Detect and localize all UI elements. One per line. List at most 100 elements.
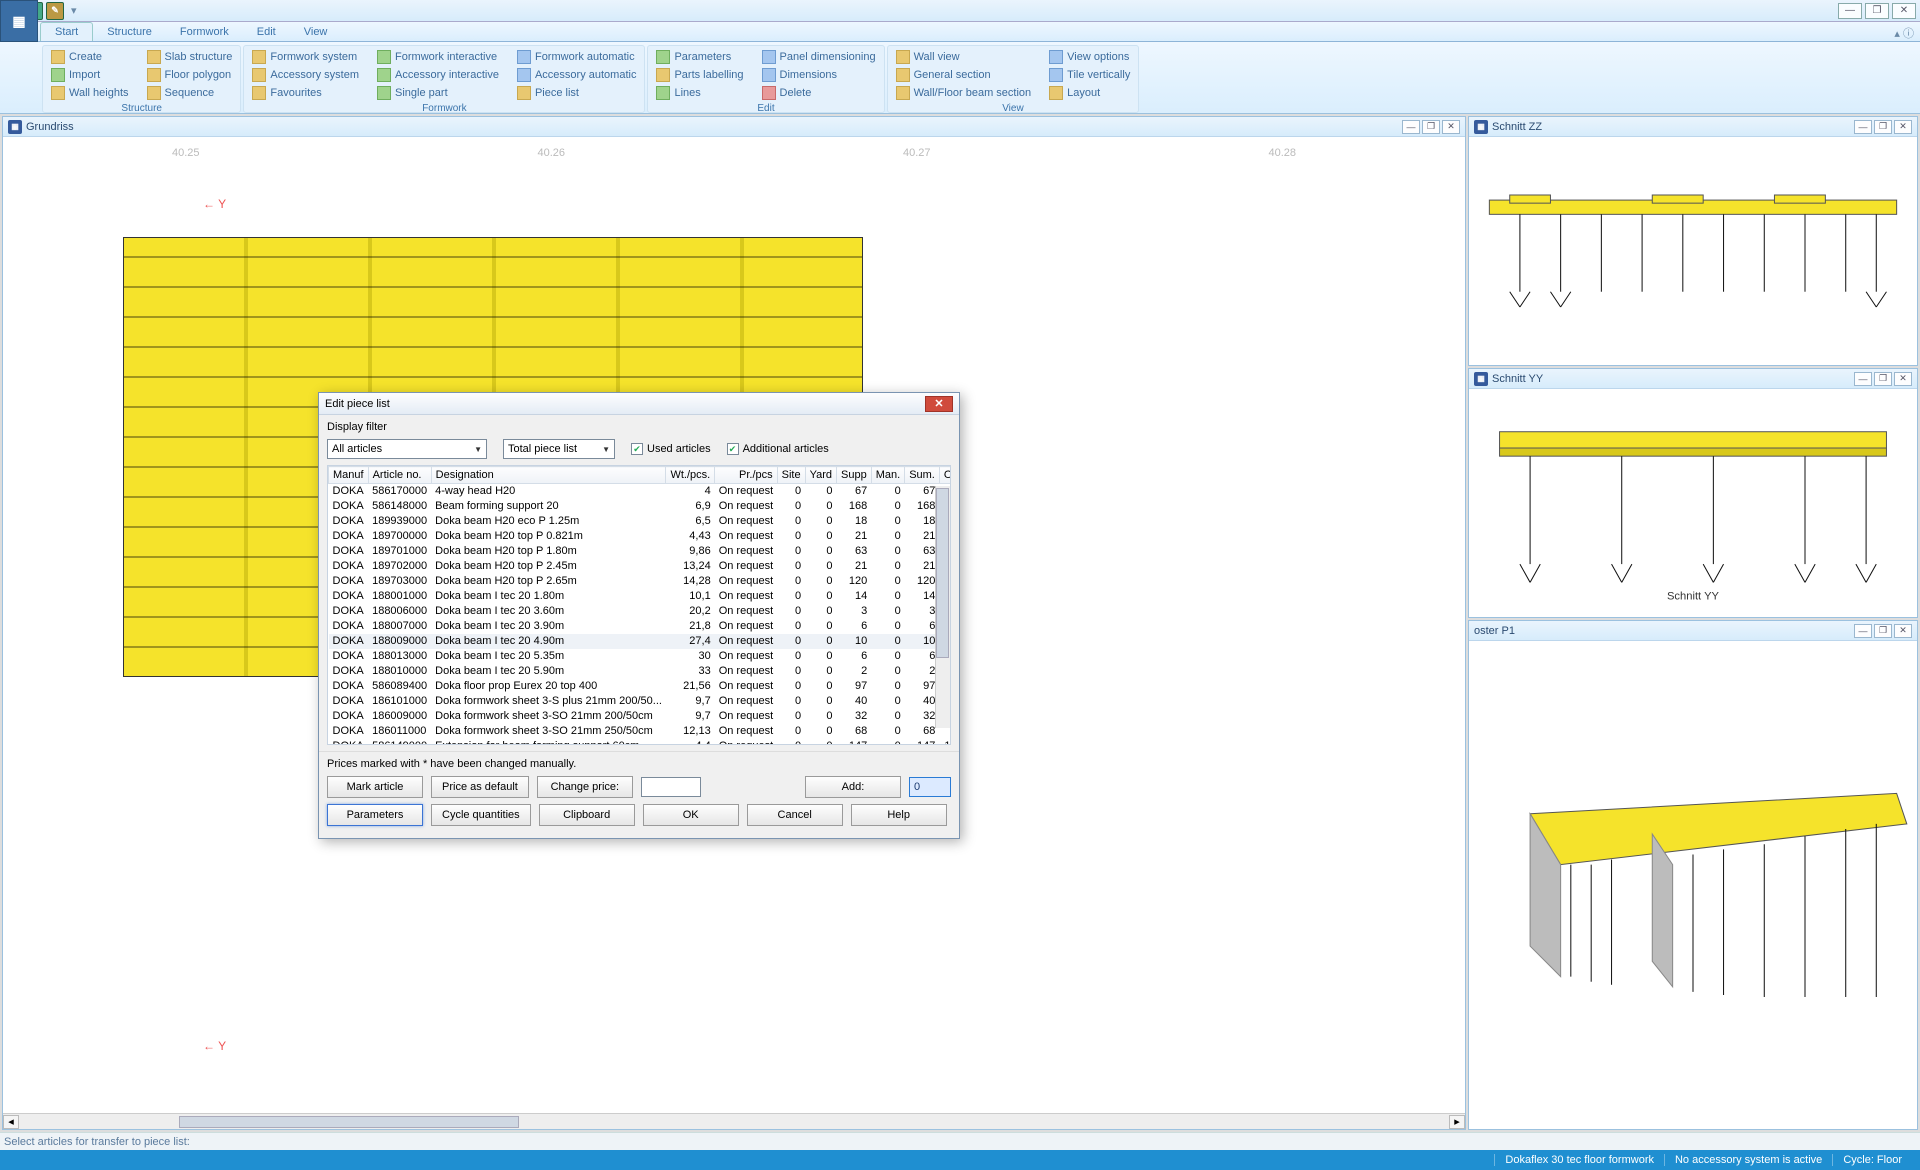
vertical-scrollbar[interactable] — [935, 486, 950, 728]
ribbon-slab-structure[interactable]: Slab structure — [143, 48, 237, 66]
column-header[interactable]: Ord — [939, 467, 951, 484]
ribbon-general-section[interactable]: General section — [892, 66, 1036, 84]
panel-minimize-button[interactable]: — — [1402, 120, 1420, 134]
ok-button[interactable]: OK — [643, 804, 739, 826]
panel-close-button[interactable]: ✕ — [1894, 372, 1912, 386]
panel-close-button[interactable]: ✕ — [1442, 120, 1460, 134]
dialog-close-button[interactable]: ✕ — [925, 396, 953, 412]
ribbon-sequence[interactable]: Sequence — [143, 84, 237, 102]
panel-close-button[interactable]: ✕ — [1894, 120, 1912, 134]
tab-edit[interactable]: Edit — [243, 23, 290, 41]
ribbon-minimize-icon[interactable]: ▴ ⓘ — [1894, 25, 1914, 41]
clipboard-button[interactable]: Clipboard — [539, 804, 635, 826]
ribbon-wall-view[interactable]: Wall view — [892, 48, 1036, 66]
app-logo[interactable]: ▦ — [0, 0, 38, 42]
table-row[interactable]: DOKA188010000Doka beam I tec 20 5.90m33O… — [329, 664, 952, 679]
table-row[interactable]: DOKA189939000Doka beam H20 eco P 1.25m6,… — [329, 514, 952, 529]
tab-formwork[interactable]: Formwork — [166, 23, 243, 41]
panel-maximize-button[interactable]: ❐ — [1874, 624, 1892, 638]
table-row[interactable]: DOKA586148000Beam forming support 206,9O… — [329, 499, 952, 514]
ribbon-accessory-automatic[interactable]: Accessory automatic — [513, 66, 640, 84]
dialog-title-bar[interactable]: Edit piece list ✕ — [319, 393, 959, 415]
panel-maximize-button[interactable]: ❐ — [1874, 120, 1892, 134]
combo-article-filter[interactable]: All articles▼ — [327, 439, 487, 459]
table-row[interactable]: DOKA5861700004-way head H204On request00… — [329, 484, 952, 499]
table-row[interactable]: DOKA188009000Doka beam I tec 20 4.90m27,… — [329, 634, 952, 649]
table-row[interactable]: DOKA186009000Doka formwork sheet 3-SO 21… — [329, 709, 952, 724]
mark-article-button[interactable]: Mark article — [327, 776, 423, 798]
horizontal-scrollbar[interactable]: ◂▸ — [3, 1113, 1465, 1129]
change-price-button[interactable]: Change price: — [537, 776, 633, 798]
window-minimize-button[interactable]: — — [1838, 3, 1862, 19]
tab-start[interactable]: Start — [40, 22, 93, 41]
panel-maximize-button[interactable]: ❐ — [1422, 120, 1440, 134]
ribbon-formwork-automatic[interactable]: Formwork automatic — [513, 48, 640, 66]
ribbon-lines[interactable]: Lines — [652, 84, 747, 102]
ribbon-favourites[interactable]: Favourites — [248, 84, 363, 102]
panel-minimize-button[interactable]: — — [1854, 372, 1872, 386]
column-header[interactable]: Site — [777, 467, 805, 484]
column-header[interactable]: Manuf — [329, 467, 369, 484]
piece-list-table[interactable]: ManufArticle no.DesignationWt./pcs.Pr./p… — [327, 465, 951, 745]
section-zz-canvas[interactable] — [1469, 137, 1917, 365]
table-row[interactable]: DOKA189703000Doka beam H20 top P 2.65m14… — [329, 574, 952, 589]
column-header[interactable]: Article no. — [368, 467, 431, 484]
ribbon-dimensions[interactable]: Dimensions — [758, 66, 880, 84]
window-close-button[interactable]: ✕ — [1892, 3, 1916, 19]
ribbon-create[interactable]: Create — [47, 48, 133, 66]
add-quantity-input[interactable] — [909, 777, 951, 797]
panel-minimize-button[interactable]: — — [1854, 120, 1872, 134]
ribbon-formwork-interactive[interactable]: Formwork interactive — [373, 48, 503, 66]
price-default-button[interactable]: Price as default — [431, 776, 529, 798]
ribbon-delete[interactable]: Delete — [758, 84, 880, 102]
table-row[interactable]: DOKA188013000Doka beam I tec 20 5.35m30O… — [329, 649, 952, 664]
table-row[interactable]: DOKA189701000Doka beam H20 top P 1.80m9,… — [329, 544, 952, 559]
cycle-quantities-button[interactable]: Cycle quantities — [431, 804, 531, 826]
ribbon-floor-polygon[interactable]: Floor polygon — [143, 66, 237, 84]
table-row[interactable]: DOKA186101000Doka formwork sheet 3-S plu… — [329, 694, 952, 709]
column-header[interactable]: Sum. — [905, 467, 940, 484]
panel-minimize-button[interactable]: — — [1854, 624, 1872, 638]
section-yy-canvas[interactable]: Schnitt YY — [1469, 389, 1917, 617]
ribbon-layout[interactable]: Layout — [1045, 84, 1134, 102]
table-row[interactable]: DOKA189702000Doka beam H20 top P 2.45m13… — [329, 559, 952, 574]
table-row[interactable]: DOKA186011000Doka formwork sheet 3-SO 21… — [329, 724, 952, 739]
table-row[interactable]: DOKA188007000Doka beam I tec 20 3.90m21,… — [329, 619, 952, 634]
table-row[interactable]: DOKA586089400Doka floor prop Eurex 20 to… — [329, 679, 952, 694]
combo-list-scope[interactable]: Total piece list▼ — [503, 439, 615, 459]
table-row[interactable]: DOKA586149000Extension for beam forming … — [329, 739, 952, 746]
parameters-button[interactable]: Parameters — [327, 804, 423, 826]
column-header[interactable]: Man. — [871, 467, 904, 484]
ribbon-panel-dimensioning[interactable]: Panel dimensioning — [758, 48, 880, 66]
ribbon-single-part[interactable]: Single part — [373, 84, 503, 102]
ribbon-accessory-system[interactable]: Accessory system — [248, 66, 363, 84]
tab-view[interactable]: View — [290, 23, 342, 41]
cancel-button[interactable]: Cancel — [747, 804, 843, 826]
ribbon-wall-heights[interactable]: Wall heights — [47, 84, 133, 102]
ribbon-piece-list[interactable]: Piece list — [513, 84, 640, 102]
table-row[interactable]: DOKA189700000Doka beam H20 top P 0.821m4… — [329, 529, 952, 544]
ribbon-import[interactable]: Import — [47, 66, 133, 84]
column-header[interactable]: Pr./pcs — [715, 467, 777, 484]
panel-close-button[interactable]: ✕ — [1894, 624, 1912, 638]
ribbon-tile-vertically[interactable]: Tile vertically — [1045, 66, 1134, 84]
checkbox-additional-articles[interactable]: ✔Additional articles — [727, 443, 829, 455]
ribbon-wall-floor-beam-section[interactable]: Wall/Floor beam section — [892, 84, 1036, 102]
ribbon-parts-labelling[interactable]: Parts labelling — [652, 66, 747, 84]
qa-dropdown-icon[interactable]: ▾ — [71, 4, 77, 17]
qa-save-icon[interactable]: ✎ — [46, 2, 64, 20]
ribbon-parameters[interactable]: Parameters — [652, 48, 747, 66]
ribbon-accessory-interactive[interactable]: Accessory interactive — [373, 66, 503, 84]
column-header[interactable]: Yard — [805, 467, 836, 484]
column-header[interactable]: Wt./pcs. — [666, 467, 715, 484]
ribbon-formwork-system[interactable]: Formwork system — [248, 48, 363, 66]
change-price-input[interactable] — [641, 777, 701, 797]
add-button[interactable]: Add: — [805, 776, 901, 798]
column-header[interactable]: Designation — [431, 467, 666, 484]
poster-canvas[interactable] — [1469, 641, 1917, 1129]
column-header[interactable]: Supp — [837, 467, 872, 484]
help-button[interactable]: Help — [851, 804, 947, 826]
table-row[interactable]: DOKA188006000Doka beam I tec 20 3.60m20,… — [329, 604, 952, 619]
table-row[interactable]: DOKA188001000Doka beam I tec 20 1.80m10,… — [329, 589, 952, 604]
panel-maximize-button[interactable]: ❐ — [1874, 372, 1892, 386]
